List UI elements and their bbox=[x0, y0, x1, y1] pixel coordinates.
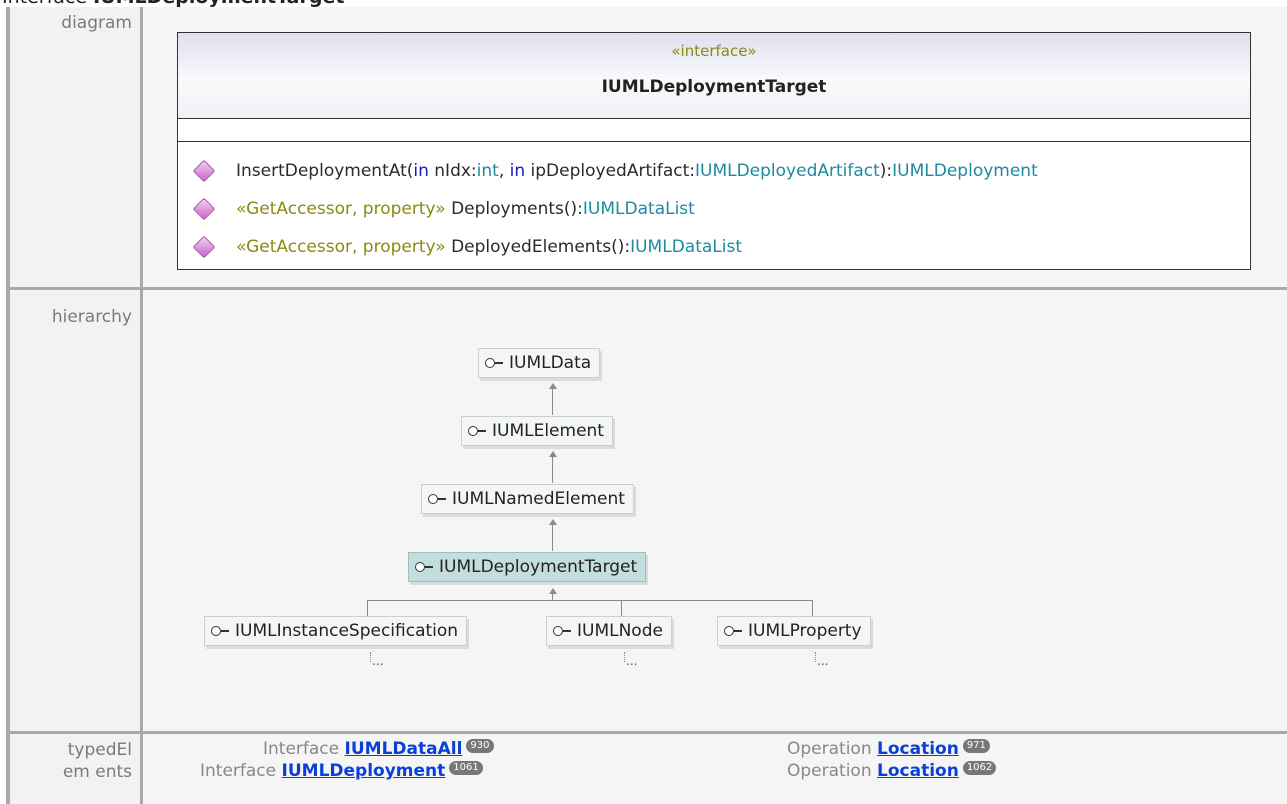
hierarchy-node-label: IUMLNamedElement bbox=[452, 489, 625, 509]
interface-icon bbox=[553, 625, 573, 637]
connector-bus bbox=[367, 600, 813, 601]
interface-icon bbox=[415, 561, 435, 573]
signature-part: IUMLDataList bbox=[630, 237, 742, 257]
usage-count-badge: 1062 bbox=[962, 761, 997, 775]
typed-element-link[interactable]: IUMLDataAll bbox=[345, 739, 463, 759]
hierarchy-content: IUMLData IUMLElement IUMLNamedElement IU… bbox=[143, 290, 1287, 731]
hierarchy-row-label: hierarchy bbox=[10, 290, 140, 731]
typed-element-kind: Interface bbox=[200, 761, 277, 781]
hierarchy-node-label: IUMLNode bbox=[577, 621, 663, 641]
generalization-arrow bbox=[549, 519, 557, 525]
interface-icon bbox=[428, 493, 448, 505]
operation-icon bbox=[192, 235, 216, 259]
uml-attribute-compartment bbox=[178, 118, 1250, 142]
typed-element-kind: Interface bbox=[263, 739, 340, 759]
connector-line bbox=[367, 600, 368, 616]
connector-line bbox=[552, 592, 553, 600]
typed-elements-label-text: typedElem ents bbox=[62, 740, 132, 782]
signature-part: «GetAccessor, property» bbox=[236, 237, 452, 257]
typed-element: Interface IUMLDeployment 1061 bbox=[200, 761, 483, 781]
uml-class-header: «interface» IUMLDeploymentTarget bbox=[178, 33, 1250, 119]
operation-signature: InsertDeploymentAt(in nIdx:int, in ipDep… bbox=[236, 161, 1038, 181]
hierarchy-child-node[interactable]: IUMLProperty bbox=[717, 616, 871, 646]
more-connector bbox=[815, 652, 816, 662]
generalization-arrow bbox=[549, 451, 557, 457]
hierarchy-node-label: IUMLElement bbox=[492, 421, 604, 441]
usage-count-badge: 1061 bbox=[449, 761, 483, 775]
doc-table: diagram «interface» IUMLDeploymentTarget… bbox=[6, 7, 1287, 804]
signature-part: IUMLDeployedArtifact bbox=[694, 161, 880, 181]
interface-icon bbox=[485, 357, 505, 369]
operation-icon bbox=[192, 197, 216, 221]
typed-element-link[interactable]: IUMLDeployment bbox=[282, 761, 446, 781]
signature-part: int bbox=[476, 161, 499, 181]
hierarchy-node[interactable]: IUMLNamedElement bbox=[421, 484, 634, 514]
more-connector bbox=[624, 652, 625, 662]
uml-class-name: IUMLDeploymentTarget bbox=[601, 77, 827, 97]
more-indicator[interactable]: ... bbox=[817, 654, 828, 668]
operation-signature: «GetAccessor, property» DeployedElements… bbox=[236, 237, 742, 257]
more-indicator[interactable]: ... bbox=[626, 654, 637, 668]
connector-line bbox=[552, 455, 553, 483]
diagram-row-label: diagram bbox=[10, 7, 140, 287]
hierarchy-node-label: IUMLInstanceSpecification bbox=[235, 621, 459, 641]
hierarchy-node-label: IUMLDeploymentTarget bbox=[439, 557, 638, 577]
typed-element-kind: Operation bbox=[787, 739, 872, 759]
typed-element-link[interactable]: Location bbox=[877, 739, 959, 759]
typed-elements-row-label: typedElem ents bbox=[10, 734, 140, 804]
hierarchy-node[interactable]: IUMLData bbox=[478, 348, 601, 378]
diagram-row: diagram «interface» IUMLDeploymentTarget… bbox=[6, 7, 1287, 287]
more-indicator[interactable]: ... bbox=[372, 654, 383, 668]
generalization-arrow bbox=[549, 383, 557, 389]
signature-part: in bbox=[413, 161, 429, 181]
typed-elements-content: Interface IUMLDataAll 930 Interface IUMLD… bbox=[143, 734, 1287, 804]
signature-part: in bbox=[509, 161, 526, 181]
diagram-content: «interface» IUMLDeploymentTarget InsertD… bbox=[143, 7, 1287, 287]
signature-part: InsertDeploymentAt( bbox=[236, 161, 414, 181]
signature-part: «GetAccessor, property» bbox=[236, 199, 452, 219]
hierarchy-node-label: IUMLProperty bbox=[748, 621, 862, 641]
uml-stereotype: «interface» bbox=[671, 42, 757, 60]
typed-element: Operation Location 1062 bbox=[787, 761, 997, 781]
generalization-arrow bbox=[549, 588, 557, 594]
more-connector bbox=[370, 652, 371, 662]
usage-count-badge: 971 bbox=[962, 739, 990, 753]
uml-operation[interactable]: «GetAccessor, property» Deployments():IU… bbox=[192, 196, 695, 222]
typed-element-kind: Operation bbox=[787, 761, 872, 781]
interface-icon bbox=[468, 425, 488, 437]
signature-part: Deployments(): bbox=[451, 199, 583, 219]
signature-part: nIdx: bbox=[428, 161, 477, 181]
hierarchy-child-node[interactable]: IUMLInstanceSpecification bbox=[204, 616, 468, 646]
typed-element: Interface IUMLDataAll 930 bbox=[263, 739, 494, 759]
usage-count-badge: 930 bbox=[466, 739, 494, 753]
uml-class-box[interactable]: «interface» IUMLDeploymentTarget InsertD… bbox=[177, 32, 1251, 270]
hierarchy-node[interactable]: IUMLElement bbox=[461, 416, 613, 446]
connector-line bbox=[552, 387, 553, 415]
signature-part: ipDeployedArtifact: bbox=[525, 161, 695, 181]
signature-part: IUMLDeployment bbox=[892, 161, 1038, 181]
uml-operation[interactable]: InsertDeploymentAt(in nIdx:int, in ipDep… bbox=[192, 158, 1038, 184]
signature-part: DeployedElements(): bbox=[451, 237, 631, 257]
hierarchy-child-node[interactable]: IUMLNode bbox=[546, 616, 672, 646]
typed-element: Operation Location 971 bbox=[787, 739, 990, 759]
connector-line bbox=[552, 523, 553, 551]
operation-signature: «GetAccessor, property» Deployments():IU… bbox=[236, 199, 695, 219]
connector-line bbox=[621, 600, 622, 616]
connector-line bbox=[812, 600, 813, 616]
interface-icon bbox=[211, 625, 231, 637]
hierarchy-node-label: IUMLData bbox=[509, 353, 592, 373]
signature-part: , bbox=[498, 161, 510, 181]
typed-elements-row: typedElem ents Interface IUMLDataAll 930 … bbox=[6, 734, 1287, 804]
uml-operation[interactable]: «GetAccessor, property» DeployedElements… bbox=[192, 234, 742, 260]
interface-icon bbox=[724, 625, 744, 637]
signature-part: ): bbox=[879, 161, 893, 181]
operation-icon bbox=[192, 159, 216, 183]
hierarchy-node-current[interactable]: IUMLDeploymentTarget bbox=[408, 552, 647, 582]
typed-element-link[interactable]: Location bbox=[877, 761, 959, 781]
hierarchy-row: hierarchy IUMLData IUMLElement IUMLNamed… bbox=[6, 290, 1287, 731]
signature-part: IUMLDataList bbox=[582, 199, 695, 219]
